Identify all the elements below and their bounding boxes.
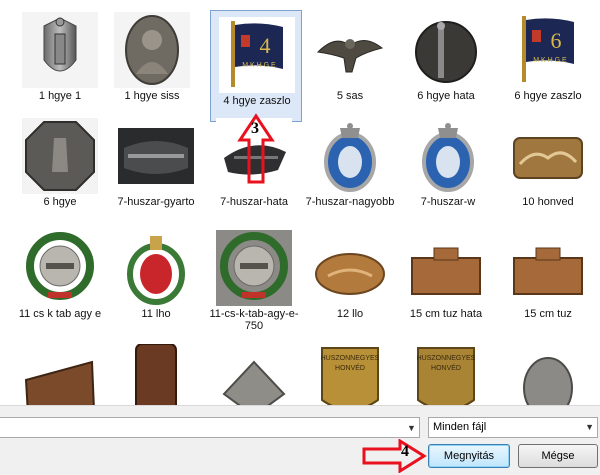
file-name: 6 hgye hata xyxy=(417,90,475,102)
badge-back-photo-icon xyxy=(118,118,194,194)
file-item[interactable]: 11 cs k tab agy e xyxy=(14,224,106,336)
file-name: 4 hgye zaszlo xyxy=(223,95,291,107)
badge-red-wreath-icon xyxy=(118,230,194,306)
file-name: 1 hgye 1 xyxy=(38,90,82,102)
file-item[interactable]: 7-huszar-w xyxy=(402,112,494,224)
chevron-down-icon[interactable]: ▼ xyxy=(404,418,419,437)
file-name: 11 lho xyxy=(141,308,171,320)
badge-wreath-cannon-icon xyxy=(22,230,98,306)
badge-back-pin-icon xyxy=(408,12,484,88)
file-name: 12 llo xyxy=(336,308,364,320)
flag-6-icon: 6 M K H G E xyxy=(510,12,586,88)
file-name: 7-huszar-hata xyxy=(220,196,288,208)
svg-text:M K H G E: M K H G E xyxy=(242,62,276,69)
file-item[interactable] xyxy=(110,338,202,405)
file-item[interactable] xyxy=(208,338,300,405)
eagle-badge-icon xyxy=(312,12,388,88)
file-name: 11 cs k tab agy e xyxy=(18,308,102,320)
badge-blue-oval-crown-icon xyxy=(410,118,486,194)
file-item[interactable]: 12 llo xyxy=(304,224,396,336)
badge-blue-oval-crown-icon xyxy=(312,118,388,194)
open-button[interactable]: Megnyitás xyxy=(428,444,510,468)
file-item[interactable]: HUSZONNEGYES HONVÉD xyxy=(304,338,396,405)
badge-portrait-oval-icon xyxy=(114,12,190,88)
file-item[interactable]: 5 sas xyxy=(304,6,396,118)
file-name: 7-huszar-w xyxy=(420,196,476,208)
file-name: 7-huszar-nagyobb xyxy=(305,196,395,208)
file-name: 15 cm tuz xyxy=(524,308,572,320)
badge-plaque-horses-icon xyxy=(510,118,586,194)
chevron-down-icon: ▼ xyxy=(585,422,594,432)
badge-copper-plaque-icon xyxy=(510,230,586,306)
file-item[interactable]: 11-cs-k-tab-agy-e-750 xyxy=(208,224,300,336)
file-name: 6 hgye xyxy=(43,196,77,208)
file-item[interactable]: 11 lho xyxy=(110,224,202,336)
file-item[interactable] xyxy=(14,338,106,405)
annotation-arrow-right-icon xyxy=(362,439,427,473)
file-type-select-value: Minden fájl xyxy=(433,421,487,433)
file-item[interactable]: 1 hgye 1 xyxy=(14,6,106,118)
badge-soldier-oval-icon xyxy=(510,344,586,405)
badge-shield-1-icon xyxy=(22,12,98,88)
filename-input[interactable] xyxy=(0,417,420,438)
flag-4-icon: 4 M K H G E xyxy=(219,17,295,93)
file-item[interactable]: 15 cm tuz xyxy=(502,224,594,336)
svg-text:6: 6 xyxy=(551,28,562,53)
file-item[interactable]: 6 hgye xyxy=(14,112,106,224)
file-item[interactable]: HUSZONNEGYES HONVÉD xyxy=(400,338,492,405)
badge-bronze-tall-icon xyxy=(118,344,194,405)
badge-oval-copper-icon xyxy=(312,230,388,306)
file-name: 1 hgye siss xyxy=(124,90,180,102)
file-item[interactable]: 6 M K H G E 6 hgye zaszlo xyxy=(502,6,594,118)
file-item-selected[interactable]: 4 M K H G E 4 hgye zaszlo xyxy=(210,10,302,122)
file-item[interactable] xyxy=(502,338,594,405)
file-item[interactable]: 7-huszar-nagyobb xyxy=(304,112,396,224)
badge-huszonnegyes-honved-icon: HUSZONNEGYES HONVÉD xyxy=(312,344,388,405)
badge-inscription: HUSZONNEGYES xyxy=(321,355,380,362)
file-name: 15 cm tuz hata xyxy=(409,308,483,320)
file-item[interactable]: 15 cm tuz hata xyxy=(400,224,492,336)
badge-bronze-soldiers-icon xyxy=(22,344,98,405)
badge-huszonnegyes-honved-icon: HUSZONNEGYES HONVÉD xyxy=(408,344,484,405)
file-name: 6 hgye zaszlo xyxy=(514,90,582,102)
badge-copper-plaque-icon xyxy=(408,230,484,306)
file-name: 7-huszar-gyarto xyxy=(117,196,195,208)
badge-silver-plane-icon xyxy=(216,344,292,405)
file-item[interactable]: 7-huszar-gyarto xyxy=(110,112,202,224)
file-name: 10 honved xyxy=(522,196,574,208)
file-type-select[interactable]: Minden fájl ▼ xyxy=(428,417,598,438)
file-item[interactable]: 10 honved xyxy=(502,112,594,224)
file-name: 5 sas xyxy=(336,90,364,102)
badge-inscription: HONVÉD xyxy=(431,363,461,372)
dialog-footer: ▼ Minden fájl ▼ 4 Megnyitás Mégse xyxy=(0,405,600,475)
svg-text:4: 4 xyxy=(260,33,271,58)
annotation-number-3: 3 xyxy=(251,120,259,137)
file-item[interactable]: 6 hgye hata xyxy=(400,6,492,118)
file-name: 11-cs-k-tab-agy-e-750 xyxy=(209,308,299,332)
badge-inscription: HONVÉD xyxy=(335,363,365,372)
badge-octagon-soldier-icon xyxy=(22,118,98,194)
file-item[interactable]: 1 hgye siss xyxy=(106,6,198,118)
badge-wreath-cannon-icon xyxy=(216,230,292,306)
annotation-number-4: 4 xyxy=(401,443,409,460)
svg-text:M K H G E: M K H G E xyxy=(533,57,567,64)
cancel-button[interactable]: Mégse xyxy=(518,444,598,468)
file-grid: 1 hgye 1 1 hgye siss 4 M K H G E 4 hgye … xyxy=(0,0,600,405)
badge-inscription: HUSZONNEGYES xyxy=(417,355,476,362)
